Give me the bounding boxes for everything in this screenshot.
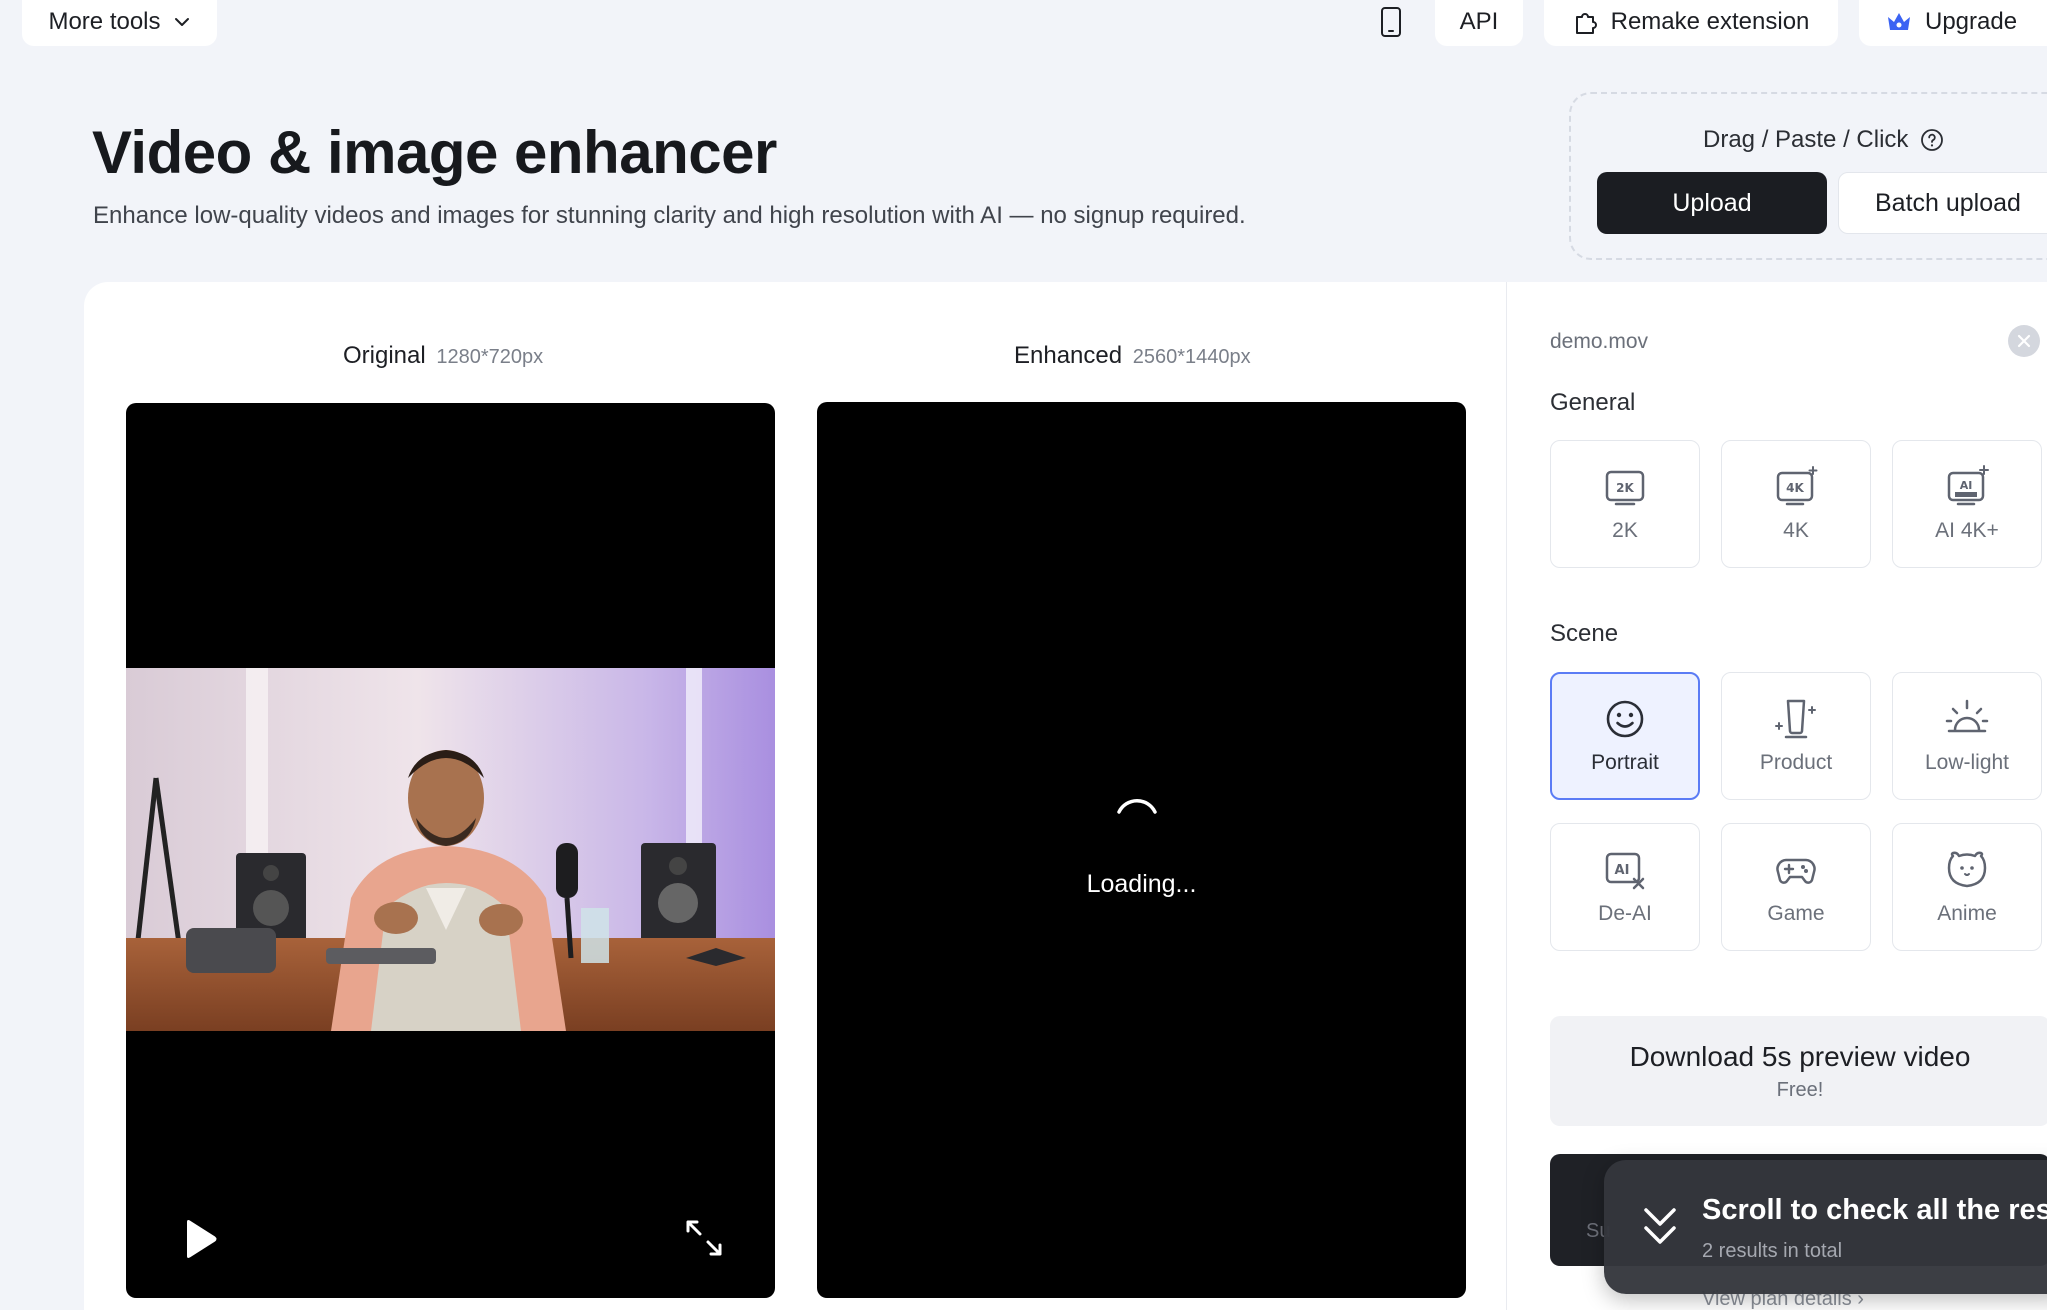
crown-icon: [1888, 13, 1910, 30]
option-label: Low-light: [1924, 751, 2010, 774]
de-ai-icon: AI: [1605, 852, 1645, 890]
svg-text:2K: 2K: [1616, 481, 1634, 495]
sunrise-icon: [1945, 699, 1989, 733]
download-preview-title: Download 5s preview video: [1629, 1040, 1971, 1072]
download-preview-subtitle: Free!: [1776, 1078, 1824, 1101]
option-portrait[interactable]: Portrait: [1550, 672, 1700, 800]
top-bar: More tools API Remake extension Upgrade: [0, 0, 2047, 48]
general-section-title: General: [1550, 389, 1636, 416]
extension-puzzle-icon: [1575, 13, 1597, 34]
option-label: 4K: [1783, 519, 1809, 542]
batch-upload-button[interactable]: Batch upload: [1838, 172, 2047, 234]
upgrade-button[interactable]: Upgrade: [1859, 0, 2047, 46]
upload-dropzone[interactable]: Drag / Paste / Click Upload Batch upload: [1569, 92, 2047, 260]
svg-text:4K: 4K: [1786, 481, 1804, 495]
option-label: De-AI: [1598, 902, 1652, 925]
option-label: Game: [1767, 902, 1825, 925]
upgrade-label: Upgrade: [1925, 8, 2018, 35]
2k-icon: 2K: [1605, 470, 1645, 506]
smartphone-icon: [1381, 7, 1401, 37]
page-subtitle: Enhance low-quality videos and images fo…: [93, 202, 1246, 229]
svg-text:AI: AI: [1615, 863, 1630, 878]
scene-section-title: Scene: [1550, 620, 1619, 647]
loading-spinner-icon: [1117, 799, 1157, 814]
option-product[interactable]: Product: [1721, 672, 1871, 800]
more-tools-dropdown[interactable]: More tools: [22, 0, 217, 46]
panel-divider: [1506, 282, 1507, 1310]
original-pane-label: Original 1280*720px: [343, 342, 543, 370]
original-video-player[interactable]: [126, 403, 775, 1298]
svg-text:AI: AI: [1960, 479, 1973, 492]
option-de-ai[interactable]: AI De-AI: [1550, 823, 1700, 951]
close-icon: [2017, 334, 2031, 348]
loading-text: Loading...: [1086, 870, 1197, 898]
api-label: API: [1459, 8, 1499, 35]
enhanced-label: Enhanced: [1014, 342, 1123, 369]
mobile-app-button[interactable]: [1356, 0, 1426, 46]
option-label: AI 4K+: [1935, 519, 1999, 542]
toast-subtitle: 2 results in total: [1702, 1240, 1843, 1262]
page-title: Video & image enhancer: [92, 119, 777, 186]
anime-bear-icon: [1947, 851, 1987, 888]
upload-hint-text: Drag / Paste / Click: [1703, 126, 1909, 153]
play-icon[interactable]: [182, 1219, 218, 1259]
option-anime[interactable]: Anime: [1892, 823, 2042, 951]
product-bottle-icon: [1775, 699, 1816, 739]
option-label: Portrait: [1591, 751, 1659, 774]
option-game[interactable]: Game: [1721, 823, 1871, 951]
option-4k[interactable]: 4K 4K: [1721, 440, 1871, 568]
scroll-results-toast[interactable]: Scroll to check all the resu 2 results i…: [1604, 1160, 2047, 1294]
more-tools-label: More tools: [48, 8, 161, 35]
enhanced-video-player[interactable]: Loading...: [817, 402, 1466, 1298]
original-dimensions: 1280*720px: [436, 346, 544, 368]
4k-icon: 4K: [1776, 466, 1818, 506]
api-button[interactable]: API: [1435, 0, 1523, 46]
upload-hint: Drag / Paste / Click: [1703, 126, 1944, 154]
option-label: Product: [1759, 751, 1833, 774]
remake-extension-button[interactable]: Remake extension: [1544, 0, 1838, 46]
option-label: 2K: [1612, 519, 1638, 542]
smiley-face-icon: [1606, 700, 1644, 738]
chevron-down-icon: [174, 18, 189, 26]
toast-title: Scroll to check all the resu: [1702, 1194, 2047, 1226]
video-thumbnail: [126, 668, 775, 1031]
remake-extension-label: Remake extension: [1610, 8, 1810, 35]
option-ai-4k-plus[interactable]: AI AI 4K+: [1892, 440, 2042, 568]
fullscreen-expand-icon[interactable]: [684, 1218, 724, 1258]
double-chevron-down-icon: [1644, 1208, 1676, 1244]
gamepad-icon: [1776, 858, 1816, 884]
ai-ultra-icon: AI: [1947, 465, 1989, 506]
help-circle-icon[interactable]: [1920, 128, 1944, 152]
option-label: Anime: [1937, 902, 1997, 925]
upload-button[interactable]: Upload: [1597, 172, 1827, 234]
enhanced-dimensions: 2560*1440px: [1132, 346, 1251, 368]
option-low-light[interactable]: Low-light: [1892, 672, 2042, 800]
close-file-button[interactable]: [2008, 325, 2040, 357]
download-preview-button[interactable]: Download 5s preview video Free!: [1550, 1016, 2047, 1126]
option-2k[interactable]: 2K 2K: [1550, 440, 1700, 568]
file-name: demo.mov: [1550, 330, 1649, 353]
original-label: Original: [343, 342, 426, 369]
enhanced-pane-label: Enhanced 2560*1440px: [1014, 342, 1251, 370]
